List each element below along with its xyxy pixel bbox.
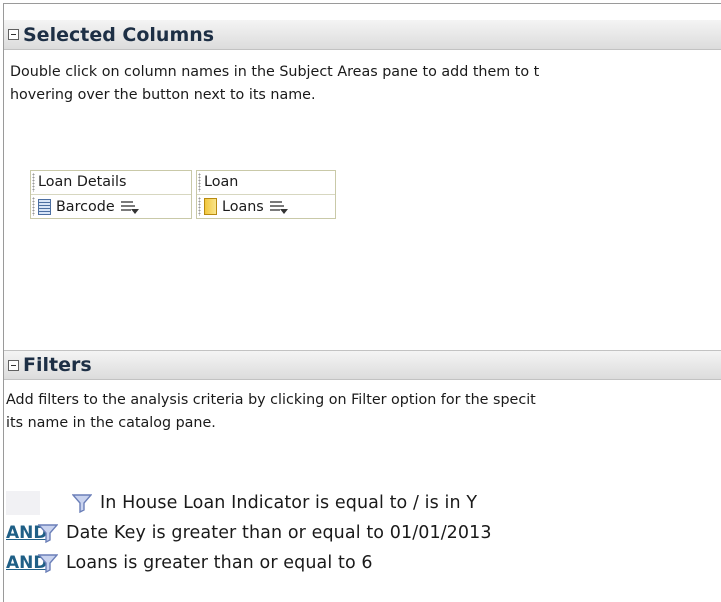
drag-handle-icon[interactable] xyxy=(32,197,35,216)
column-options-menu-icon[interactable] xyxy=(269,200,288,214)
and-operator-link[interactable]: AND xyxy=(4,553,48,573)
and-operator-link[interactable]: AND xyxy=(4,523,48,543)
filters-title: Filters xyxy=(23,354,92,376)
column-item-loans[interactable]: Loans xyxy=(197,195,335,218)
column-group-loan[interactable]: Loan Loans xyxy=(196,170,336,219)
filter-funnel-icon[interactable] xyxy=(38,553,58,573)
drag-handle-icon[interactable] xyxy=(198,197,201,216)
filter-item[interactable]: AND Loans is greater than or equal to 6 xyxy=(4,548,721,578)
filter-funnel-icon[interactable] xyxy=(72,493,92,513)
column-name: Loans xyxy=(222,198,264,215)
column-name: Barcode xyxy=(56,198,115,215)
filters-description: Add filters to the analysis criteria by … xyxy=(6,389,718,435)
filters-header: Filters xyxy=(4,350,721,380)
selected-columns-description: Double click on column names in the Subj… xyxy=(10,61,721,107)
drag-handle-icon[interactable] xyxy=(198,173,201,192)
filter-text[interactable]: In House Loan Indicator is equal to / is… xyxy=(100,493,477,513)
filter-item[interactable]: In House Loan Indicator is equal to / is… xyxy=(4,488,721,518)
filter-text[interactable]: Loans is greater than or equal to 6 xyxy=(66,553,373,573)
filter-item[interactable]: AND Date Key is greater than or equal to… xyxy=(4,518,721,548)
column-options-menu-icon[interactable] xyxy=(120,200,139,214)
filters-description-line1: Add filters to the analysis criteria by … xyxy=(6,392,536,408)
selected-columns-list: Loan Details Barcode Loan Loans xyxy=(30,170,340,219)
selected-columns-description-line1: Double click on column names in the Subj… xyxy=(10,64,540,80)
filter-funnel-icon[interactable] xyxy=(38,523,58,543)
filter-text[interactable]: Date Key is greater than or equal to 01/… xyxy=(66,523,492,543)
drag-handle-icon[interactable] xyxy=(32,173,35,192)
column-group-header: Loan xyxy=(197,171,335,195)
column-group-loan-details[interactable]: Loan Details Barcode xyxy=(30,170,192,219)
selected-columns-header: Selected Columns xyxy=(4,20,721,50)
selected-columns-description-line2: hovering over the button next to its nam… xyxy=(10,87,316,103)
collapse-selected-columns-icon[interactable] xyxy=(8,29,19,40)
column-item-barcode[interactable]: Barcode xyxy=(31,195,191,218)
barcode-column-icon xyxy=(38,198,51,215)
filters-description-line2: its name in the catalog pane. xyxy=(6,415,216,431)
filters-list: In House Loan Indicator is equal to / is… xyxy=(4,488,721,578)
column-group-header: Loan Details xyxy=(31,171,191,195)
selected-columns-title: Selected Columns xyxy=(23,23,215,46)
measure-column-icon xyxy=(204,198,217,215)
connector-placeholder xyxy=(6,491,40,515)
collapse-filters-icon[interactable] xyxy=(8,359,19,371)
criteria-panel: Selected Columns Double click on column … xyxy=(3,3,721,602)
